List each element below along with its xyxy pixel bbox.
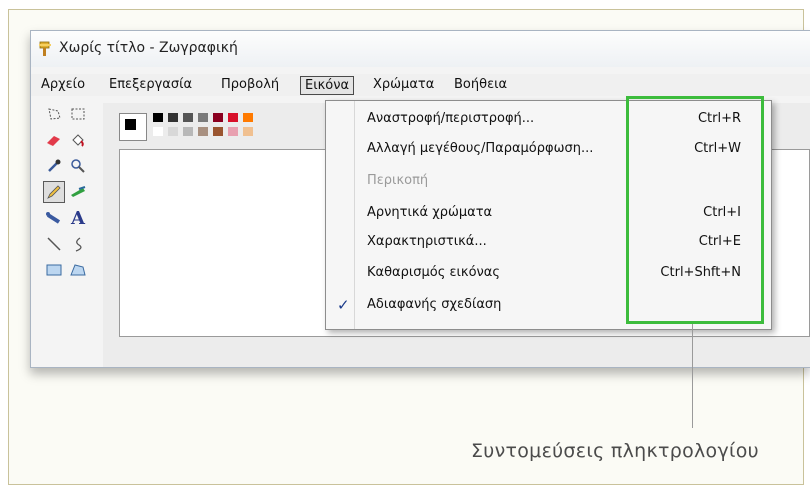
free-select-tool-icon[interactable] xyxy=(43,103,65,125)
rect-select-tool-icon[interactable] xyxy=(67,103,89,125)
menu-item-label: Αναστροφή/περιστροφή... xyxy=(367,111,535,126)
palette-swatch[interactable] xyxy=(168,113,178,122)
palette-swatch[interactable] xyxy=(198,113,208,122)
magnifier-tool-icon[interactable] xyxy=(67,155,89,177)
palette-swatch[interactable] xyxy=(228,127,238,136)
paint-app-icon xyxy=(39,41,51,56)
toolbox: A xyxy=(41,103,97,353)
menu-item-label: Αδιαφανής σχεδίαση xyxy=(367,297,502,312)
title-bar: Χωρίς τίτλο - Ζωγραφική xyxy=(31,31,810,67)
rectangle-tool-icon[interactable] xyxy=(43,259,65,281)
shortcuts-highlight-box xyxy=(626,96,764,324)
palette-swatch[interactable] xyxy=(243,113,253,122)
palette-swatch[interactable] xyxy=(153,113,163,122)
pencil-tool-icon[interactable] xyxy=(43,181,65,203)
menu-item-label: Χαρακτηριστικά... xyxy=(367,234,487,249)
palette-swatch[interactable] xyxy=(183,113,193,122)
callout-line xyxy=(692,324,693,428)
menu-view[interactable]: Προβολή xyxy=(217,76,283,93)
menu-edit[interactable]: Επεξεργασία xyxy=(105,76,196,93)
palette-swatch[interactable] xyxy=(243,127,253,136)
menu-file[interactable]: Αρχείο xyxy=(37,76,89,93)
palette-swatch[interactable] xyxy=(228,113,238,122)
menu-image[interactable]: Εικόνα xyxy=(300,76,355,95)
fill-tool-icon[interactable] xyxy=(67,129,89,151)
menu-colors[interactable]: Χρώματα xyxy=(369,76,438,93)
text-tool-icon[interactable]: A xyxy=(67,207,89,229)
palette-swatch[interactable] xyxy=(153,127,163,136)
menu-help[interactable]: Βοήθεια xyxy=(450,76,511,93)
menu-bar: Αρχείο Επεξεργασία Προβολή Εικόνα Χρώματ… xyxy=(31,74,810,96)
polygon-tool-icon[interactable] xyxy=(67,259,89,281)
palette-swatch[interactable] xyxy=(213,127,223,136)
line-tool-icon[interactable] xyxy=(43,233,65,255)
palette-swatch[interactable] xyxy=(183,127,193,136)
foreground-color xyxy=(124,118,137,131)
airbrush-tool-icon[interactable] xyxy=(43,207,65,229)
brush-tool-icon[interactable] xyxy=(67,181,89,203)
menu-item-label: Περικοπή xyxy=(367,173,429,188)
menu-item-label: Αλλαγή μεγέθους/Παραμόρφωση... xyxy=(367,141,594,156)
palette-swatch[interactable] xyxy=(198,127,208,136)
current-color-box[interactable] xyxy=(119,113,147,141)
color-picker-tool-icon[interactable] xyxy=(43,155,65,177)
eraser-tool-icon[interactable] xyxy=(43,129,65,151)
menu-item-label: Αρνητικά χρώματα xyxy=(367,205,493,220)
callout-label: Συντομεύσεις πληκτρολογίου xyxy=(471,440,759,462)
menu-item-label: Καθαρισμός εικόνας xyxy=(367,265,500,280)
curve-tool-icon[interactable] xyxy=(67,233,89,255)
palette-swatch[interactable] xyxy=(168,127,178,136)
checkmark-icon: ✓ xyxy=(337,296,350,314)
palette-swatch[interactable] xyxy=(213,113,223,122)
window-title: Χωρίς τίτλο - Ζωγραφική xyxy=(59,40,238,56)
